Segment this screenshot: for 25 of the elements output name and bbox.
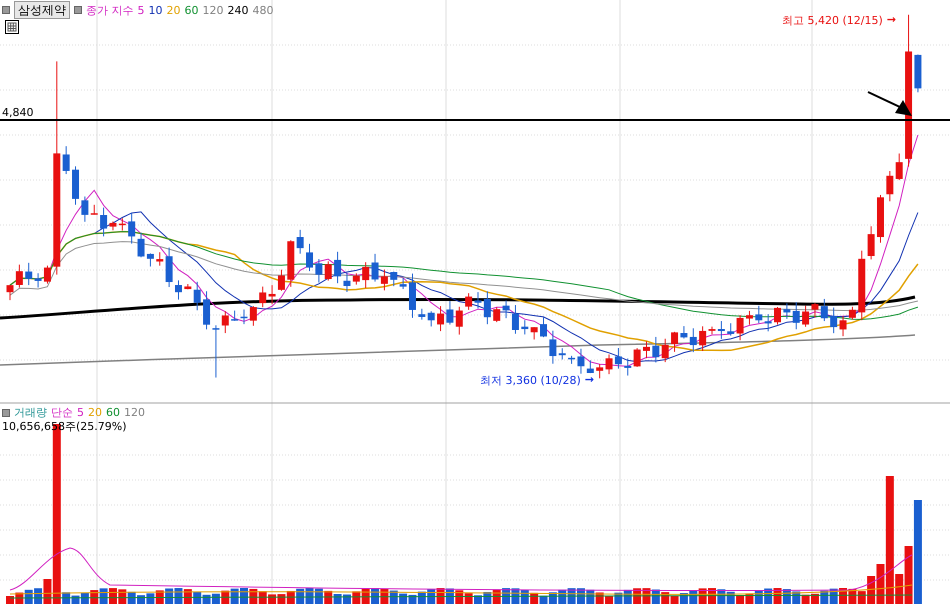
legend-label: 5 [77,406,84,419]
legend-label: 240 [228,4,248,16]
high-price-label: 최고 5,420 (12/15) [782,13,883,28]
legend-label: 거래량 [14,405,47,420]
legend-label: 120 [202,4,224,16]
low-price-label: 최저 3,360 (10/28) [480,373,581,388]
legend-label: 480 [252,4,274,16]
square-icon [2,408,10,416]
stock-name-button[interactable]: 삼성제약 [14,1,70,19]
pointer-arrow [868,91,912,116]
legend-label: 120 [124,406,145,419]
square-icon [2,6,10,14]
legend-label: 20 [88,406,102,419]
table-icon[interactable] [5,20,19,34]
price-level-label: 4,840 [2,106,34,119]
square-icon [74,6,82,14]
legend-label: 10 [148,4,162,16]
legend-label: 20 [166,4,180,16]
legend-label: 종가 지수 [86,2,134,18]
legend-label: 단순 [51,405,73,420]
legend-label: 60 [106,406,120,419]
legend-label: 5 [138,4,144,16]
legend-label: 60 [184,4,198,16]
arrow-icon: → [584,373,594,388]
arrow-icon: → [886,13,896,28]
